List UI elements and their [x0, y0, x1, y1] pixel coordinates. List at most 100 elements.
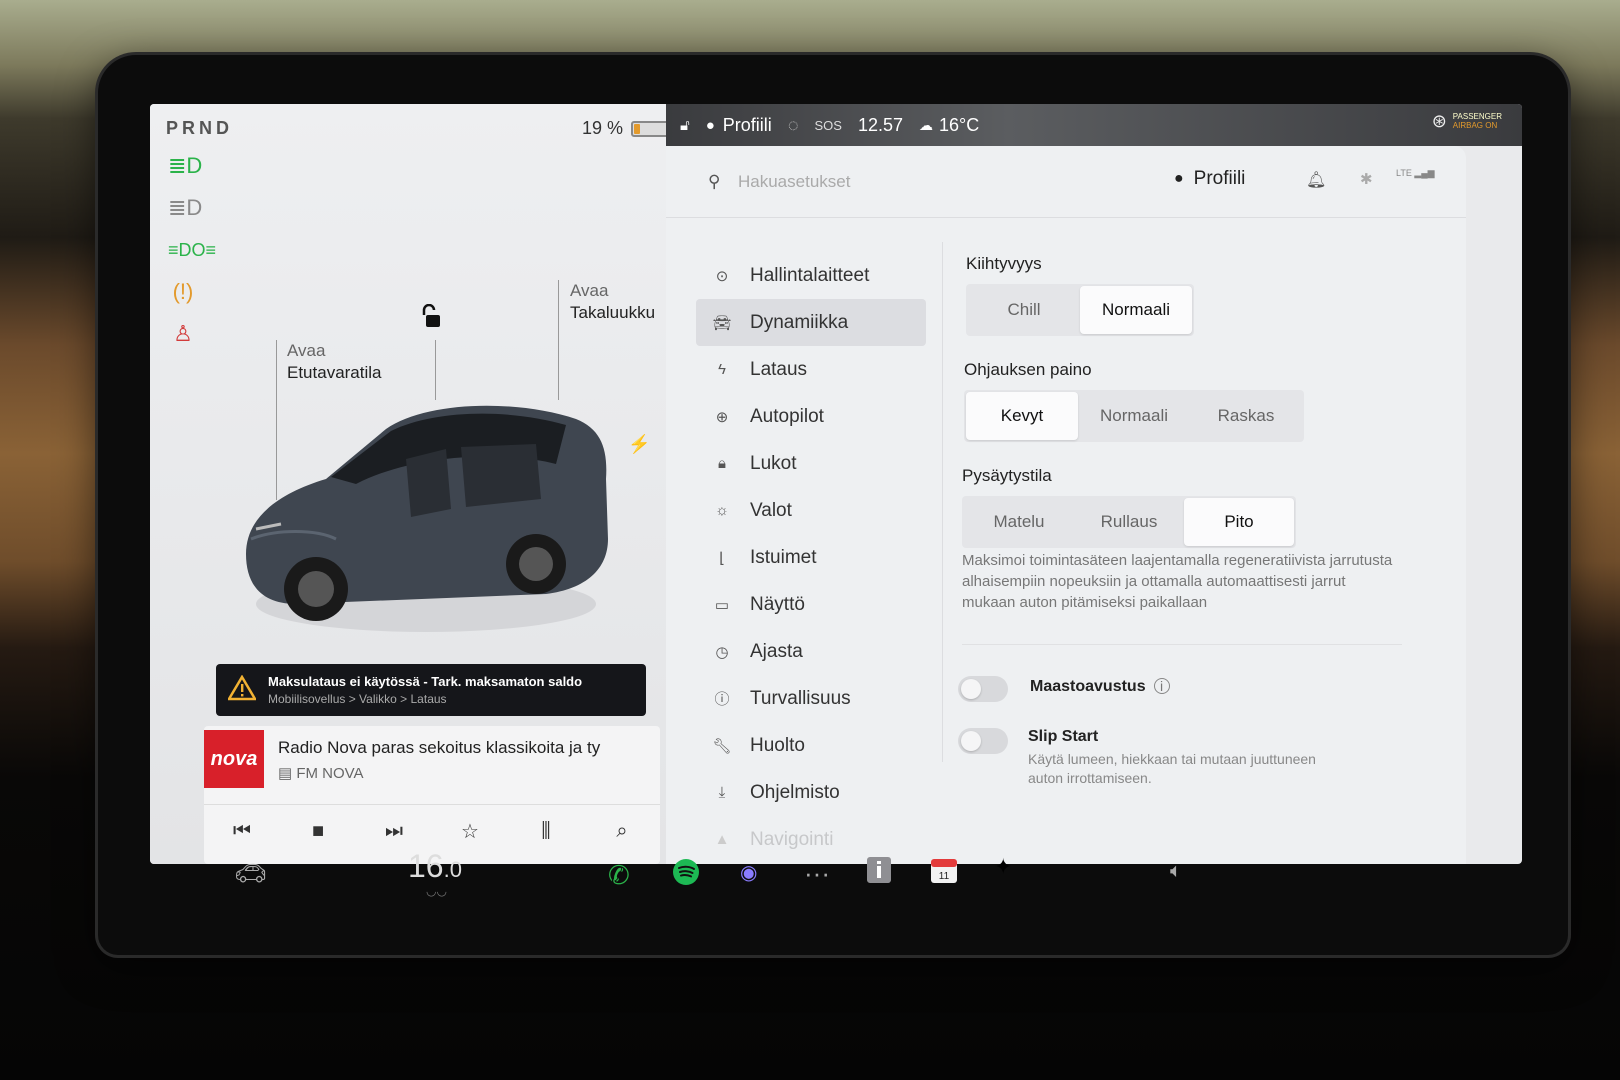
station-logo: nova	[204, 730, 264, 788]
seat-icon: ⌊	[719, 549, 725, 567]
menu-item-istuimet[interactable]: ⌊ Istuimet	[696, 534, 926, 581]
station-name-text: FM NOVA	[296, 765, 364, 782]
menu-item-naytto[interactable]: ▭ Näyttö	[696, 581, 926, 628]
airbag-line2: AIRBAG ON	[1452, 121, 1498, 130]
stopping-mode-title: Pysäytystila	[962, 466, 1052, 485]
menu-item-label: Lukot	[750, 452, 797, 474]
more-apps-icon[interactable]: ···	[804, 858, 830, 889]
toybox-icon[interactable]: ✦	[994, 854, 1012, 880]
lte-signal-icon: LTE ▂▄▆	[1396, 168, 1435, 178]
bluetooth-icon[interactable]: ✱	[1360, 170, 1373, 188]
airbag-line1: PASSENGER	[1452, 112, 1502, 121]
menu-item-label: Ajasta	[750, 640, 803, 662]
telltale-indicators: ≣D ≣D ≡DO≡ (!) ♙	[168, 153, 217, 346]
menu-item-label: Huolto	[750, 734, 805, 756]
cabin-temp-main: 16	[408, 848, 444, 884]
sentry-icon[interactable]: ◌	[788, 115, 799, 136]
next-track-icon[interactable]: ⏭	[374, 820, 414, 843]
favorite-star-icon[interactable]: ☆	[450, 819, 490, 844]
phone-icon[interactable]: ✆	[608, 860, 630, 891]
toggle-icon: ⊙	[715, 267, 729, 285]
driver-profile[interactable]: ● Profiili	[706, 115, 772, 136]
rear-trunk-action: Avaa	[570, 281, 609, 300]
menu-item-lukot[interactable]: 🔒︎ Lukot	[696, 440, 926, 487]
stop-icon[interactable]: ■	[298, 820, 338, 843]
charge-port-bolt-icon[interactable]: ⚡	[628, 434, 650, 455]
settings-header: ⚲ ● Profiili 🔔︎ ✱ LTE ▂▄▆	[666, 146, 1466, 218]
cabin-temperature[interactable]: 16.0	[408, 848, 462, 885]
camera-icon[interactable]: ◉	[740, 860, 757, 885]
slip-start-description: Käytä lumeen, hiekkaan tai mutaan juuttu…	[1028, 751, 1316, 786]
stopping-mode-selector: Matelu Rullaus Pito	[962, 496, 1296, 548]
charging-alert-banner[interactable]: Maksulataus ei käytössä - Tark. maksamat…	[216, 664, 646, 716]
slip-start-toggle[interactable]	[958, 728, 1008, 754]
steering-wheel-icon: ⊕	[715, 408, 729, 426]
info-icon[interactable]: i	[1153, 678, 1170, 694]
menu-item-huolto[interactable]: 🔧︎ Huolto	[696, 722, 926, 769]
menu-item-hallintalaitteet[interactable]: ⊙ Hallintalaitteet	[696, 252, 926, 299]
menu-item-dynamiikka[interactable]: 🚘︎ Dynamiikka	[696, 299, 926, 346]
media-search-icon[interactable]: ⌕	[602, 820, 642, 843]
menu-item-ajasta[interactable]: ◷ Ajasta	[696, 628, 926, 675]
front-trunk-action: Avaa	[287, 341, 326, 360]
clock: 12.57	[857, 114, 904, 135]
offroad-assist-toggle[interactable]	[958, 676, 1008, 702]
media-player: nova Radio Nova paras sekoitus klassikoi…	[204, 726, 660, 864]
cabin-temp-decimal: .0	[443, 857, 462, 882]
person-icon: ●	[1174, 170, 1184, 187]
rear-trunk-name: Takaluukku	[570, 303, 656, 322]
steering-kevyt-button[interactable]: Kevyt	[966, 392, 1078, 440]
low-beam-icon: ≣D	[168, 153, 203, 178]
menu-item-label: Dynamiikka	[750, 311, 849, 333]
stopping-pito-button[interactable]: Pito	[1184, 498, 1294, 546]
manual-icon[interactable]	[866, 856, 892, 891]
menu-item-label: Hallintalaitteet	[750, 264, 870, 286]
acceleration-chill-button[interactable]: Chill	[968, 286, 1080, 334]
weather: ☁ 16°C	[919, 115, 979, 136]
parking-lights-icon: ≡DO≡	[168, 240, 217, 260]
sos-indicator[interactable]: SOS	[815, 118, 842, 133]
steering-normaali-button[interactable]: Normaali	[1078, 392, 1190, 440]
calendar-icon[interactable]: 11	[930, 856, 958, 891]
safety-icon: ⓘ	[714, 691, 730, 708]
volume-icon[interactable]: 🔈︎	[1170, 860, 1182, 883]
stopping-matelu-button[interactable]: Matelu	[964, 498, 1074, 546]
menu-item-ohjelmisto[interactable]: ⤓ Ohjelmisto	[696, 769, 926, 816]
steering-raskas-button[interactable]: Raskas	[1190, 392, 1302, 440]
spotify-icon[interactable]	[672, 858, 700, 893]
settings-panel: ⚲ ● Profiili 🔔︎ ✱ LTE ▂▄▆ ⊙ Hallintalaitt…	[666, 146, 1466, 864]
status-bar: 🔓︎ ● Profiili ◌ SOS 12.57 ☁ 16°C ⊛ PASSE…	[666, 104, 1522, 146]
stopping-rullaus-button[interactable]: Rullaus	[1074, 498, 1184, 546]
outside-temperature: 16°C	[939, 114, 980, 135]
auto-highbeam-icon: ≣D	[168, 195, 203, 220]
acceleration-title: Kiihtyvyys	[966, 254, 1042, 273]
menu-item-autopilot[interactable]: ⊕ Autopilot	[696, 393, 926, 440]
seat-heater-icon[interactable]: ◡◡	[426, 884, 447, 898]
car-panel: PRND 19 % ≣D ≣D ≡DO≡ (!) ♙ Avaa Etutavar…	[150, 104, 686, 864]
front-trunk-name: Etutavaratila	[287, 363, 382, 382]
airbag-icon: ⊛	[1431, 110, 1447, 131]
profile-button[interactable]: ● Profiili	[1174, 168, 1245, 190]
open-rear-trunk-button[interactable]: Avaa Takaluukku	[570, 280, 655, 324]
acceleration-normaali-button[interactable]: Normaali	[1080, 286, 1192, 334]
menu-item-turvallisuus[interactable]: ⓘ Turvallisuus	[696, 675, 926, 722]
sun-icon: ☼	[715, 502, 729, 519]
unlock-icon[interactable]	[420, 303, 444, 335]
equalizer-icon[interactable]: ⫼	[526, 820, 566, 843]
lock-status-icon[interactable]: 🔓︎	[680, 117, 690, 134]
car-render	[246, 405, 608, 632]
settings-search-input[interactable]	[738, 166, 1118, 198]
slip-start-label: Slip Start	[1028, 728, 1099, 745]
car-menu-icon[interactable]: 🚗︎	[234, 858, 267, 889]
download-icon: ⤓	[718, 784, 726, 801]
steering-title: Ohjauksen paino	[964, 360, 1092, 379]
panel-divider	[942, 242, 943, 762]
menu-item-valot[interactable]: ☼ Valot	[696, 487, 926, 534]
section-divider	[962, 644, 1402, 645]
open-front-trunk-button[interactable]: Avaa Etutavaratila	[287, 340, 382, 384]
menu-item-lataus[interactable]: ϟ Lataus	[696, 346, 926, 393]
notification-bell-icon[interactable]: 🔔︎	[1306, 170, 1326, 190]
offroad-assist-label: Maastoavustus i	[1030, 678, 1170, 696]
stopping-mode-description: Maksimoi toimintasäteen laajentamalla re…	[962, 552, 1393, 611]
previous-track-icon[interactable]: ⏮	[222, 820, 262, 843]
